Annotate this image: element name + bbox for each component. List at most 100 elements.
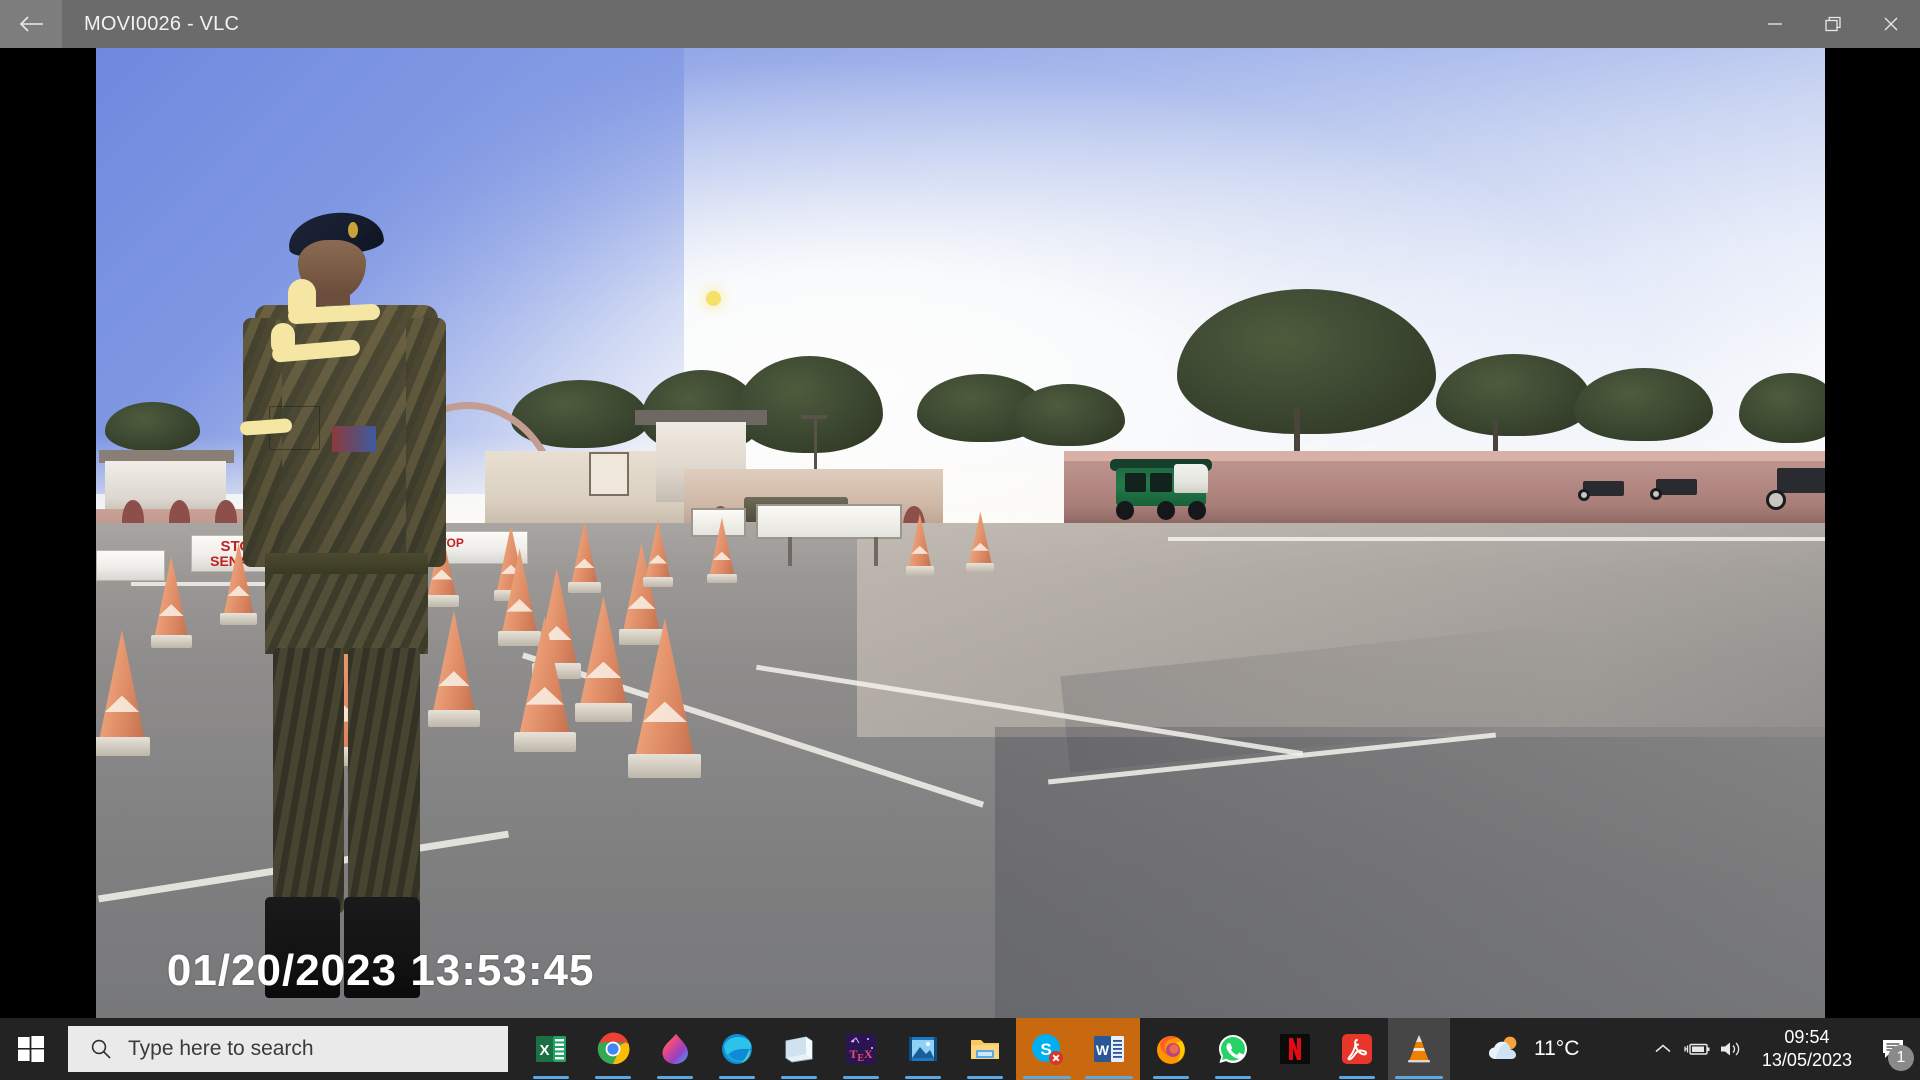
beret-badge-icon (348, 221, 359, 238)
auto-rickshaw (1107, 448, 1214, 521)
tree (104, 402, 200, 451)
cone-base (150, 634, 192, 649)
chrome-icon (597, 1032, 630, 1065)
rickshaw-window (1150, 473, 1172, 492)
taskbar-app-excel[interactable]: X (520, 1018, 582, 1080)
svg-text:X: X (539, 1042, 549, 1059)
netflix-icon (1280, 1034, 1310, 1064)
close-button[interactable] (1862, 0, 1920, 48)
taskbar-app-firefox[interactable] (1140, 1018, 1202, 1080)
texstudio-icon: TEX (846, 1034, 876, 1064)
word-icon: W (1094, 1036, 1124, 1062)
gate-signboard (588, 451, 629, 497)
taskbar-app-krita[interactable] (644, 1018, 706, 1080)
traffic-cone (642, 519, 673, 588)
cone-base (568, 582, 601, 594)
video-frame[interactable]: STOP SENA P STOP (96, 48, 1825, 1018)
cone-base (574, 703, 633, 723)
edge-icon (722, 1034, 752, 1064)
taskbar-app-edge[interactable] (706, 1018, 768, 1080)
taskbar-running-indicator (595, 1076, 631, 1079)
clock[interactable]: 09:54 13/05/2023 (1748, 1018, 1866, 1080)
traffic-cone (150, 556, 192, 649)
clock-date: 13/05/2023 (1761, 1050, 1852, 1070)
cone-base (706, 573, 737, 584)
guard-tower-building (104, 461, 226, 514)
partly-cloudy-icon (1489, 1036, 1517, 1059)
taskbar-running-indicator (719, 1076, 755, 1079)
movies-tv-icon (909, 1037, 937, 1061)
video-stage[interactable]: STOP SENA P STOP (0, 48, 1920, 1018)
clock-time: 09:54 (1784, 1026, 1830, 1047)
maximize-restore-button[interactable] (1804, 0, 1862, 48)
search-input[interactable]: Type here to search (128, 1037, 314, 1061)
cone-base (642, 577, 673, 588)
left-leg (272, 647, 345, 914)
minimize-button[interactable] (1746, 0, 1804, 48)
cone-body (580, 596, 627, 705)
taskbar-app-vlc[interactable] (1388, 1018, 1450, 1080)
traffic-cone (96, 630, 150, 757)
taskbar-app-texstudio[interactable]: TEX (830, 1018, 892, 1080)
rank-insignia (332, 426, 376, 452)
acrobat-icon (1342, 1034, 1372, 1064)
excel-icon: X (536, 1036, 566, 1062)
taskbar-app-word[interactable]: W (1078, 1018, 1140, 1080)
weather-widget[interactable]: 11°C (1474, 1018, 1591, 1080)
taskbar-app-sticky-notes[interactable] (768, 1018, 830, 1080)
rickshaw-front-cabin (1173, 463, 1209, 493)
taskbar-app-skype[interactable]: S (1016, 1018, 1078, 1080)
taskbar-running-indicator (657, 1076, 693, 1079)
rickshaw-window (1124, 473, 1147, 492)
road-shadow-large (995, 727, 1825, 1018)
taskbar-running-indicator (1215, 1076, 1251, 1079)
cone-body (99, 630, 145, 739)
taskbar-app-acrobat[interactable] (1326, 1018, 1388, 1080)
taskbar-running-indicator (533, 1076, 569, 1079)
taskbar-running-indicator (843, 1076, 879, 1079)
taskbar-running-indicator (967, 1076, 1003, 1079)
file-explorer-icon (971, 1040, 999, 1059)
back-button[interactable] (0, 0, 62, 48)
rickshaw-wheel (1116, 501, 1135, 521)
whatsapp-icon (1219, 1035, 1247, 1063)
volume-button[interactable] (1714, 1018, 1748, 1080)
information-board (756, 503, 902, 539)
taskbar-running-indicator (905, 1076, 941, 1079)
rickshaw-wheel (1187, 501, 1207, 521)
taskbar-app-whatsapp[interactable] (1202, 1018, 1264, 1080)
windows-taskbar: Type here to search X TEX S W 11°C 09:54… (0, 1018, 1920, 1080)
window-controls (1746, 0, 1920, 48)
show-hidden-icons-button[interactable] (1646, 1018, 1680, 1080)
flag-pole-crossbar (801, 414, 828, 419)
cone-body (154, 556, 188, 636)
windows-logo-icon (18, 1036, 44, 1062)
krita-icon (662, 1034, 688, 1064)
start-button[interactable] (0, 1018, 62, 1080)
taskbar-app-chrome[interactable] (582, 1018, 644, 1080)
taskbar-running-indicator (1395, 1076, 1443, 1079)
back-arrow-icon (19, 16, 43, 32)
battery-button[interactable] (1680, 1018, 1714, 1080)
cone-base (966, 562, 995, 572)
taskbar-app-netflix[interactable] (1264, 1018, 1326, 1080)
weather-temperature: 11°C (1534, 1037, 1580, 1060)
chevron-up-icon (1655, 1044, 1671, 1053)
cone-body (645, 519, 671, 578)
right-leg (348, 647, 420, 914)
battery-charging-icon (1684, 1043, 1710, 1055)
right-arm (405, 317, 446, 568)
search-box[interactable]: Type here to search (68, 1026, 508, 1072)
taskbar-app-file-explorer[interactable] (954, 1018, 1016, 1080)
taskbar-running-indicator (1023, 1076, 1071, 1079)
sticky-notes-icon (785, 1036, 813, 1063)
taskbar-running-indicator (1339, 1076, 1375, 1079)
notification-badge: 1 (1888, 1045, 1914, 1071)
taskbar-app-movies-tv[interactable] (892, 1018, 954, 1080)
cone-body (571, 521, 598, 584)
search-icon (90, 1038, 112, 1060)
title-bar: MOVI0026 - VLC (0, 0, 1920, 48)
firefox-icon (1157, 1036, 1185, 1064)
action-center-button[interactable]: 1 (1866, 1018, 1920, 1080)
cone-body (709, 517, 734, 575)
